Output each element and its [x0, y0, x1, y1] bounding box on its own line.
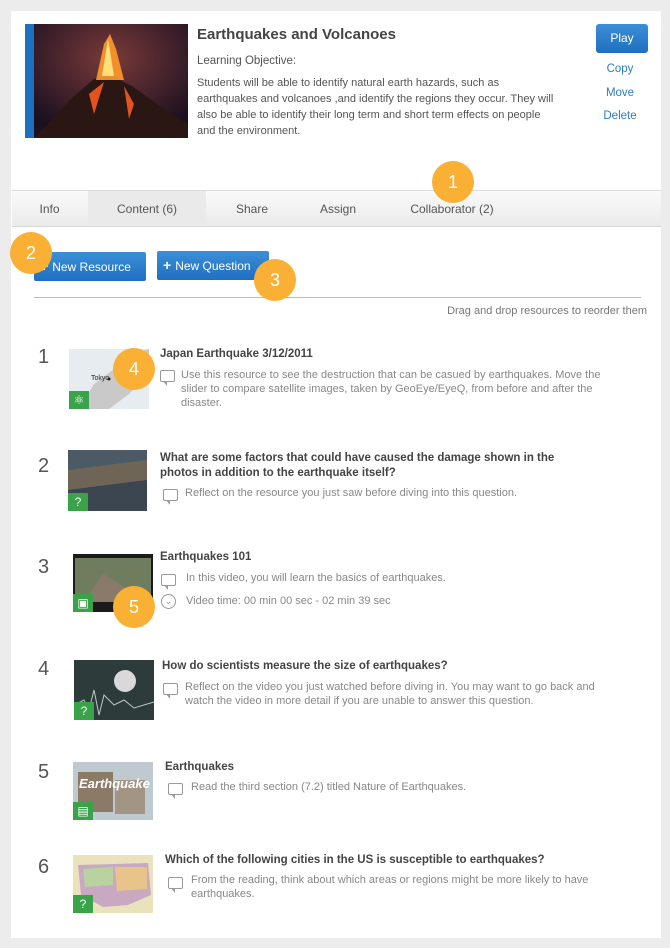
callout-badge: 5	[113, 586, 155, 628]
item-thumbnail[interactable]: ?	[68, 450, 147, 511]
item-number: 3	[38, 556, 50, 578]
question-icon: ?	[73, 895, 93, 913]
comment-icon	[168, 783, 183, 799]
play-button[interactable]: Play	[596, 24, 648, 53]
volcano-image	[34, 24, 188, 138]
item-description: From the reading, think about which area…	[191, 874, 589, 900]
callout-badge: 2	[10, 232, 52, 274]
tab-assign[interactable]: Assign	[298, 191, 378, 226]
tab-info[interactable]: Info	[12, 191, 87, 226]
item-number: 5	[38, 761, 50, 783]
document-icon: ▤	[73, 802, 93, 820]
item-description: Read the third section (7.2) titled Natu…	[191, 781, 467, 793]
callout-badge: 4	[113, 348, 155, 390]
item-description: Reflect on the resource you just saw bef…	[185, 487, 518, 499]
callout-badge: 3	[254, 259, 296, 301]
item-thumbnail[interactable]: ?	[74, 660, 154, 720]
comment-icon	[163, 683, 178, 699]
item-number: 2	[38, 455, 50, 477]
new-question-label: New Question	[175, 259, 251, 273]
plus-icon: +	[163, 257, 172, 273]
item-title[interactable]: Earthquakes 101	[160, 550, 580, 565]
question-icon: ?	[68, 493, 88, 511]
question-icon: ?	[74, 702, 94, 720]
tab-share[interactable]: Share	[212, 191, 292, 226]
chevron-down-icon[interactable]: ⌄	[161, 594, 176, 609]
item-description: Reflect on the video you just watched be…	[185, 681, 595, 707]
comment-icon	[163, 489, 178, 505]
move-link[interactable]: Move	[590, 87, 650, 99]
item-title[interactable]: How do scientists measure the size of ea…	[162, 659, 582, 674]
new-question-button[interactable]: + New Question	[157, 251, 269, 280]
delete-link[interactable]: Delete	[590, 110, 650, 122]
callout-badge: 1	[432, 161, 474, 203]
tab-bar: Info Content (6) Share Assign Collaborat…	[12, 190, 661, 227]
thumb-label: Earthquake	[79, 776, 150, 791]
item-description: In this video, you will learn the basics…	[186, 572, 446, 584]
thumbnail-accent-strip	[25, 24, 34, 138]
comment-icon	[160, 370, 175, 386]
objective-label: Learning Objective:	[197, 55, 297, 67]
drag-hint: Drag and drop resources to reorder them	[447, 305, 647, 317]
lesson-thumbnail	[25, 24, 188, 138]
item-description: Use this resource to see the destruction…	[181, 369, 601, 409]
item-number: 1	[38, 346, 50, 368]
copy-link[interactable]: Copy	[590, 63, 650, 75]
item-title[interactable]: Japan Earthquake 3/12/2011	[160, 347, 580, 362]
item-thumbnail[interactable]: Earthquake ▤	[73, 762, 153, 820]
objective-text: Students will be able to identify natura…	[197, 77, 554, 137]
item-number: 4	[38, 658, 50, 680]
item-number: 6	[38, 856, 50, 878]
video-icon: ▣	[73, 594, 93, 612]
item-title[interactable]: What are some factors that could have ca…	[160, 451, 590, 481]
comment-icon	[161, 574, 176, 590]
item-title[interactable]: Earthquakes	[165, 760, 585, 775]
video-time: Video time: 00 min 00 sec - 02 min 39 se…	[186, 595, 391, 607]
comment-icon	[168, 877, 183, 893]
item-thumbnail[interactable]: ?	[73, 855, 153, 913]
item-title[interactable]: Which of the following cities in the US …	[165, 853, 605, 868]
new-resource-label: New Resource	[52, 260, 131, 274]
divider	[34, 297, 641, 298]
atom-icon: ⚛	[69, 391, 89, 409]
tab-content[interactable]: Content (6)	[88, 191, 206, 226]
lesson-title: Earthquakes and Volcanoes	[197, 26, 396, 43]
thumb-label: Tokyo	[91, 375, 110, 382]
